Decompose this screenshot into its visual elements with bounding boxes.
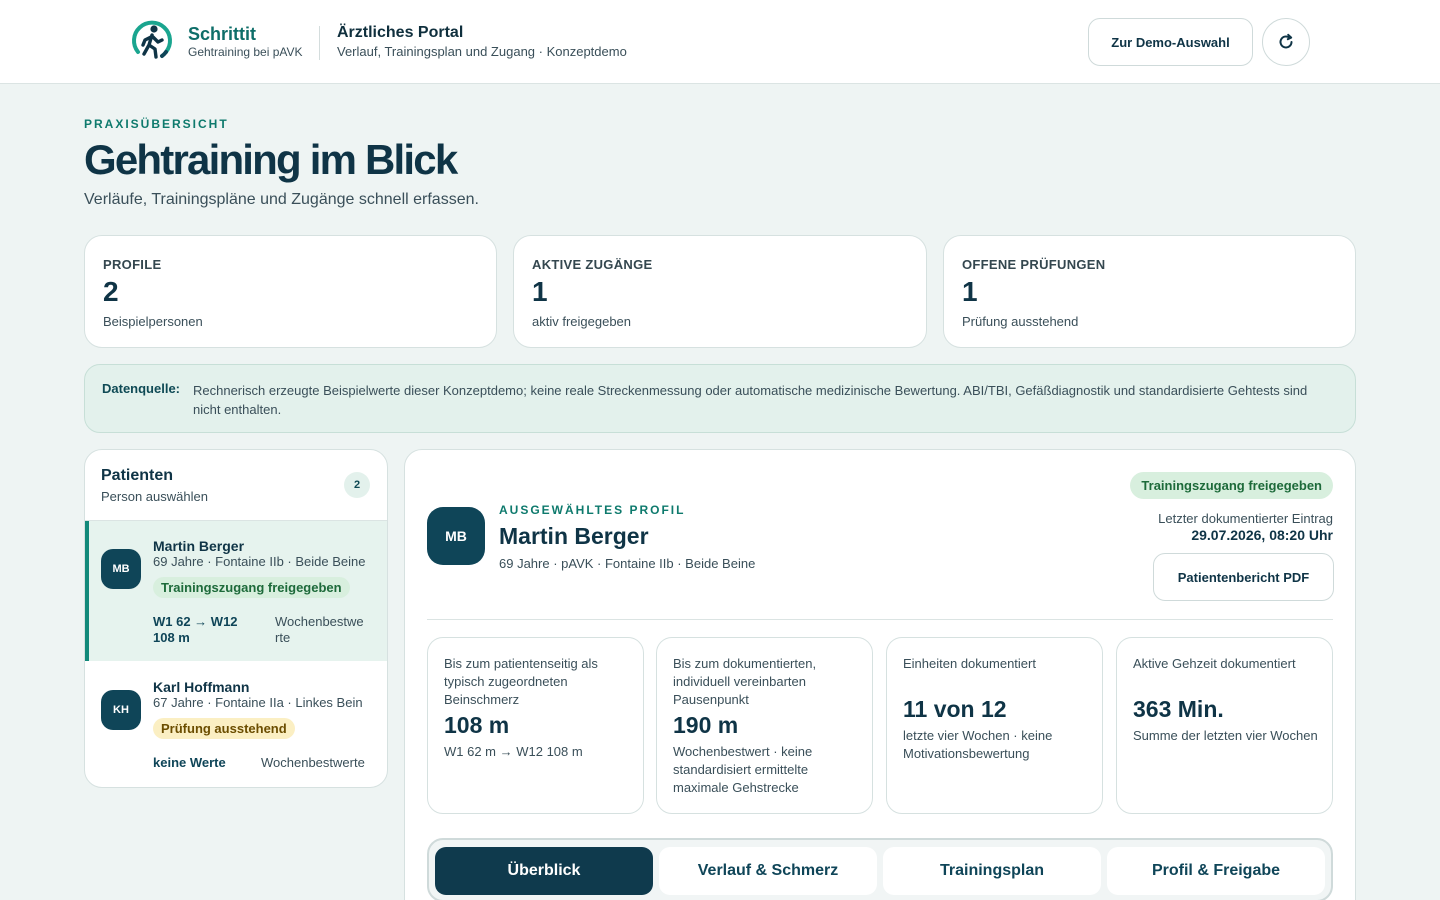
- patient-row-karl-hoffmann[interactable]: KH Karl Hoffmann 67 Jahre · Fontaine IIa…: [85, 662, 387, 787]
- stat-value: 2: [103, 276, 119, 307]
- patient-meta: 69 Jahre · Fontaine IIb · Beide Beine: [153, 554, 366, 569]
- last-entry-label: Letzter dokumentierter Eintrag: [1158, 511, 1333, 526]
- avatar: MB: [427, 507, 485, 565]
- stat-subtitle: aktiv freigegeben: [532, 314, 632, 329]
- patient-meta: 67 Jahre · Fontaine IIa · Linkes Bein: [153, 695, 363, 710]
- overview-eyebrow: PRAXISÜBERSICHT: [84, 117, 229, 131]
- best-value-line: W1 62 → W12: [153, 614, 238, 629]
- best-value: W1 62 → W12 108 m: [153, 614, 238, 646]
- header-divider: [319, 26, 320, 60]
- best-value-label-line: rte: [275, 630, 291, 645]
- kpi-label: Einheiten dokumentiert: [903, 656, 1036, 671]
- avatar: KH: [101, 690, 141, 730]
- stat-card-open-reviews: OFFENE PRÜFUNGEN 1 Prüfung ausstehend: [943, 235, 1356, 348]
- kpi-value: 190 m: [673, 712, 739, 738]
- patient-list-subtitle: Person auswählen: [101, 489, 208, 504]
- walking-person-icon[interactable]: [128, 18, 176, 66]
- demo-selection-button[interactable]: Zur Demo-Auswahl: [1088, 18, 1253, 66]
- stat-subtitle: Beispielpersonen: [103, 314, 203, 329]
- stat-card-active-access: AKTIVE ZUGÄNGE 1 aktiv freigegeben: [513, 235, 927, 348]
- tab-profile-access[interactable]: Profil & Freigabe: [1107, 847, 1325, 895]
- kpi-card-pain-distance: Bis zum patientenseitig als typisch zuge…: [427, 637, 644, 814]
- patient-name: Martin Berger: [153, 538, 245, 554]
- kpi-value: 11 von 12: [903, 696, 1007, 722]
- best-value-label: Wochenbestwe rte: [275, 614, 364, 646]
- kpi-subtitle: Summe der letzten vier Wochen: [1133, 728, 1318, 743]
- stat-label: PROFILE: [103, 257, 162, 272]
- kpi-label: Bis zum dokumentierten, individuell vere…: [673, 656, 817, 707]
- best-value-line: 108 m: [153, 630, 190, 645]
- kpi-value: 363 Min.: [1133, 696, 1224, 722]
- refresh-icon: [1279, 33, 1293, 49]
- kpi-label: Bis zum patientenseitig als typisch zuge…: [444, 656, 598, 707]
- data-source-notice: Datenquelle: Rechnerisch erzeugte Beispi…: [84, 364, 1356, 433]
- avatar: MB: [101, 549, 141, 589]
- status-badge: Trainingszugang freigegeben: [1130, 472, 1333, 499]
- kpi-subtitle: W1 62 m → W12 108 m: [444, 744, 583, 759]
- patient-detail-panel: MB AUSGEWÄHLTES PROFIL Martin Berger 69 …: [404, 449, 1356, 900]
- tab-training-plan[interactable]: Trainingsplan: [883, 847, 1101, 895]
- kpi-label: Aktive Gehzeit dokumentiert: [1133, 656, 1296, 671]
- patient-list-title: Patienten: [101, 467, 174, 484]
- patient-report-pdf-button[interactable]: Patientenbericht PDF: [1153, 553, 1334, 601]
- stat-value: 1: [532, 276, 548, 307]
- divider: [427, 619, 1333, 620]
- patient-row-martin-berger[interactable]: MB Martin Berger 69 Jahre · Fontaine IIb…: [85, 521, 387, 661]
- detail-tab-bar: Überblick Verlauf & Schmerz Trainingspla…: [427, 838, 1333, 900]
- last-entry-value: 29.07.2026, 08:20 Uhr: [1191, 527, 1333, 543]
- tab-history-pain[interactable]: Verlauf & Schmerz: [659, 847, 877, 895]
- kpi-value: 108 m: [444, 712, 510, 738]
- refresh-button[interactable]: [1262, 18, 1310, 66]
- selected-profile-eyebrow: AUSGEWÄHLTES PROFIL: [499, 503, 686, 517]
- brand-name: Schrittit: [188, 24, 257, 44]
- status-badge: Trainingszugang freigegeben: [153, 577, 350, 598]
- stat-label: OFFENE PRÜFUNGEN: [962, 257, 1106, 272]
- kpi-card-pause-distance: Bis zum dokumentierten, individuell vere…: [656, 637, 873, 814]
- kpi-card-walking-time: Aktive Gehzeit dokumentiert 363 Min. Sum…: [1116, 637, 1333, 814]
- stat-subtitle: Prüfung ausstehend: [962, 314, 1079, 329]
- selected-patient-name: Martin Berger: [499, 523, 649, 549]
- stat-value: 1: [962, 276, 978, 307]
- portal-title: Ärztliches Portal: [337, 24, 464, 41]
- data-source-label: Datenquelle:: [102, 381, 181, 396]
- kpi-subtitle: Wochenbestwert · keine standardisiert er…: [673, 744, 813, 795]
- page-subtitle: Verläufe, Trainingspläne und Zugänge sch…: [84, 191, 479, 208]
- patient-count-badge: 2: [344, 472, 370, 498]
- top-bar: Schrittit Gehtraining bei pAVK Ärztliche…: [0, 0, 1440, 84]
- stat-label: AKTIVE ZUGÄNGE: [532, 257, 653, 272]
- status-badge: Prüfung ausstehend: [153, 718, 295, 739]
- stat-card-profiles: PROFILE 2 Beispielpersonen: [84, 235, 497, 348]
- brand-subtitle: Gehtraining bei pAVK: [188, 45, 303, 59]
- kpi-card-sessions: Einheiten dokumentiert 11 von 12 letzte …: [886, 637, 1103, 814]
- patient-name: Karl Hoffmann: [153, 679, 250, 695]
- portal-subtitle: Verlauf, Trainingsplan und Zugang · Konz…: [337, 44, 627, 59]
- best-value: keine Werte: [153, 755, 226, 770]
- best-value-label: Wochenbestwerte: [261, 755, 365, 770]
- page-title: Gehtraining im Blick: [84, 136, 458, 183]
- patient-list-panel: Patienten Person auswählen 2 MB Martin B…: [84, 449, 388, 788]
- data-source-text: Rechnerisch erzeugte Beispielwerte diese…: [193, 383, 1308, 417]
- best-value-label-line: Wochenbestwe: [275, 614, 364, 629]
- tab-overview[interactable]: Überblick: [435, 847, 653, 895]
- kpi-subtitle: letzte vier Wochen · keine Motivationsbe…: [903, 728, 1053, 761]
- selected-patient-meta: 69 Jahre · pAVK · Fontaine IIb · Beide B…: [499, 556, 756, 571]
